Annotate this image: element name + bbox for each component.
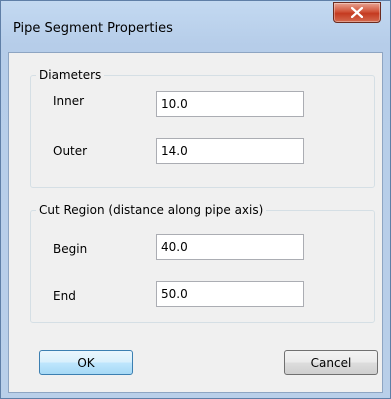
- window-title: Pipe Segment Properties: [13, 21, 173, 36]
- close-icon: [351, 7, 363, 18]
- inner-label: Inner: [53, 94, 85, 108]
- close-button[interactable]: [333, 2, 381, 23]
- end-input[interactable]: [156, 281, 304, 307]
- diameters-legend: Diameters: [36, 68, 105, 83]
- dialog-window: Pipe Segment Properties Diameters Inner …: [0, 0, 391, 399]
- begin-input[interactable]: [156, 234, 304, 260]
- end-label: End: [53, 289, 76, 303]
- inner-diameter-input[interactable]: [156, 91, 304, 117]
- ok-button[interactable]: OK: [39, 350, 133, 375]
- outer-diameter-input[interactable]: [156, 138, 304, 164]
- outer-label: Outer: [53, 144, 88, 158]
- cut-region-legend: Cut Region (distance along pipe axis): [36, 203, 267, 218]
- cancel-button[interactable]: Cancel: [284, 350, 378, 375]
- begin-label: Begin: [53, 242, 88, 256]
